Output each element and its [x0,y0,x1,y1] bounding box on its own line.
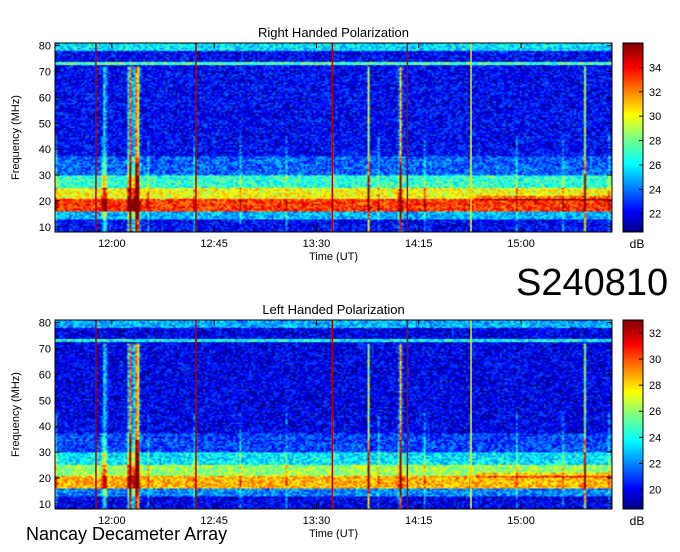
y-tick-label: 50 [39,118,51,130]
spectrogram-image [55,320,612,509]
x-axis-label: Time (UT) [309,528,358,540]
colorbar-label: dB [630,514,645,528]
colorbar-tick-label: 26 [649,406,661,418]
colorbar [622,319,644,510]
colorbar-tick-label: 20 [649,484,661,496]
colorbar [622,42,644,233]
y-tick-label: 70 [39,343,51,355]
colorbar-tick-label: 24 [649,184,661,196]
y-tick-label: 10 [39,499,51,511]
spectrogram-image [55,43,612,232]
spectrum-panel-left: Left Handed Polarization 10 20 30 40 50 60 70 80… [10,302,661,540]
spectrum-panel-right: Right Handed Polarization 10 20 30 40 50 60 70 8… [10,25,661,263]
colorbar-tick-label: 22 [649,209,661,221]
y-tick-label: 40 [39,421,51,433]
y-axis-label: Frequency (MHz) [10,95,22,180]
y-tick-label: 30 [39,447,51,459]
x-tick-label: 12:45 [200,238,228,250]
x-tick-label: 14:15 [405,238,433,250]
x-tick-label: 15:00 [507,238,535,250]
colorbar-tick-label: 28 [649,380,661,392]
colorbar-tick-label: 34 [649,62,661,74]
session-id-label: S240810 [516,262,669,304]
y-tick-label: 80 [39,318,51,330]
colorbar-tick-label: 30 [649,354,661,366]
y-tick-label: 60 [39,92,51,104]
colorbar-tick-label: 30 [649,111,661,123]
x-tick-label: 12:00 [98,238,126,250]
y-tick-label: 20 [39,473,51,485]
colorbar-tick-label: 24 [649,432,661,444]
colorbar-tick-label: 28 [649,136,661,148]
colorbar-tick-label: 26 [649,160,661,172]
y-tick-label: 40 [39,144,51,156]
x-tick-label: 13:30 [303,515,331,527]
colorbar-tick-label: 22 [649,458,661,470]
y-tick-label: 60 [39,369,51,381]
x-tick-label: 13:30 [303,238,331,250]
chart-title: Left Handed Polarization [262,302,404,317]
x-axis-label: Time (UT) [309,251,358,263]
y-axis-label: Frequency (MHz) [10,372,22,457]
y-tick-label: 80 [39,41,51,53]
y-tick-label: 20 [39,196,51,208]
y-tick-label: 50 [39,395,51,407]
colorbar-tick-label: 32 [649,87,661,99]
y-tick-label: 30 [39,170,51,182]
chart-title: Right Handed Polarization [258,25,409,40]
y-tick-label: 70 [39,66,51,78]
instrument-label: Nancay Decameter Array [26,524,228,544]
x-tick-label: 14:15 [405,515,433,527]
y-tick-label: 10 [39,222,51,234]
x-tick-label: 15:00 [507,515,535,527]
colorbar-label: dB [630,237,645,251]
colorbar-tick-label: 32 [649,328,661,340]
